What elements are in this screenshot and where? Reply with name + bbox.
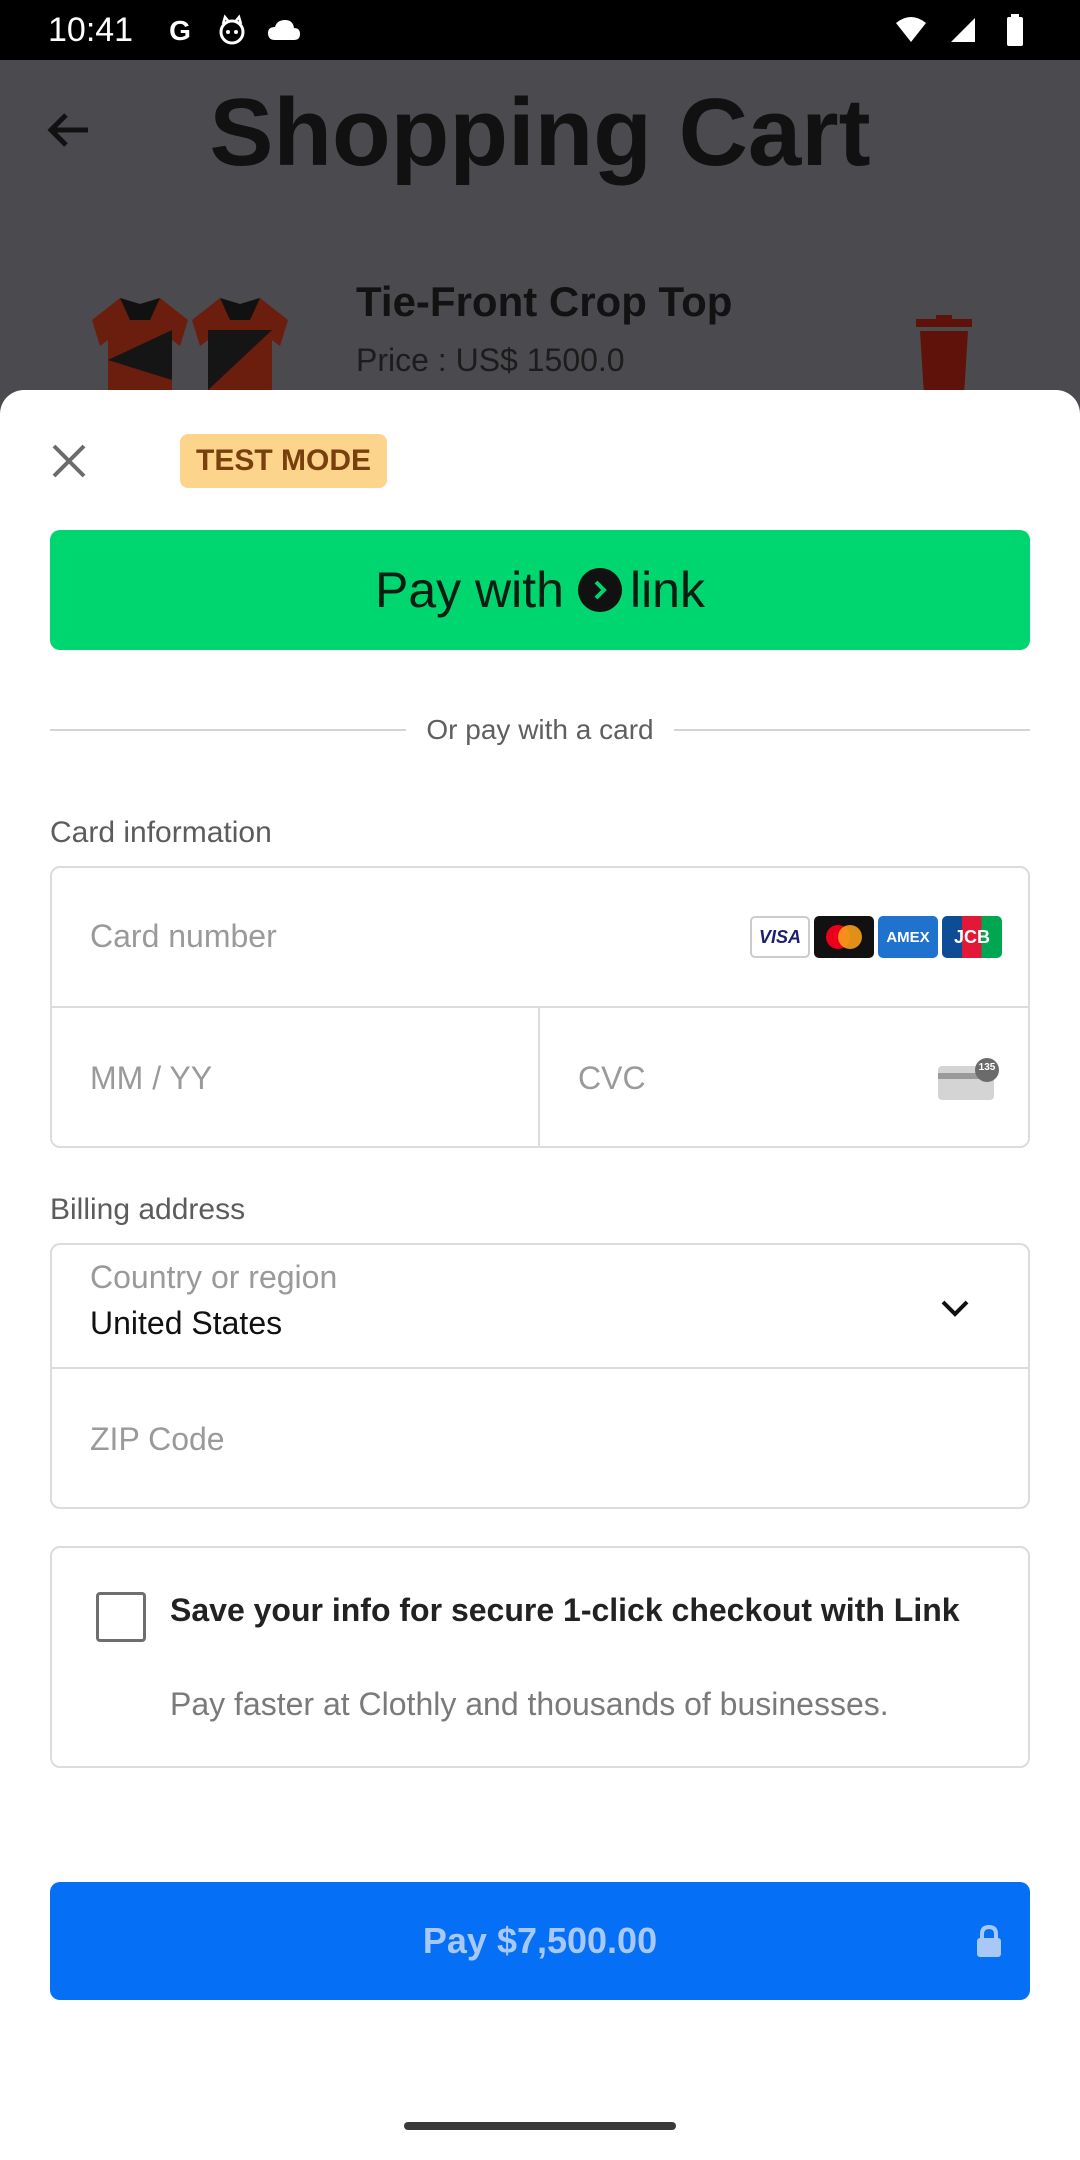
page-title: Shopping Cart xyxy=(209,79,871,186)
zip-code-field[interactable]: ZIP Code xyxy=(52,1369,1028,1509)
jcb-icon: JCB xyxy=(942,916,1002,958)
save-info-checkbox[interactable] xyxy=(96,1592,146,1642)
close-icon[interactable] xyxy=(48,440,90,482)
signal-icon xyxy=(946,13,980,47)
pay-button-label: Pay $7,500.00 xyxy=(422,1920,658,1961)
visa-icon: VISA xyxy=(750,916,810,958)
country-label: Country or region xyxy=(90,1259,338,1295)
cat-icon xyxy=(215,13,249,47)
divider-text: Or pay with a card xyxy=(426,714,654,745)
link-brand-text: link xyxy=(629,562,705,618)
country-select[interactable]: Country or region United States xyxy=(52,1245,1028,1369)
expiry-field[interactable]: MM / YY xyxy=(52,1008,540,1146)
cvc-placeholder: CVC xyxy=(578,1060,646,1096)
pay-with-link-button[interactable]: Pay with link xyxy=(50,530,1030,650)
link-logo-icon xyxy=(577,568,622,612)
home-indicator[interactable] xyxy=(404,2122,676,2130)
lock-icon xyxy=(974,1924,1004,1958)
card-form: Card number VISA AMEX JCB MM / YY CVC 13… xyxy=(50,866,1030,1148)
google-icon: G xyxy=(163,13,197,47)
card-number-placeholder: Card number xyxy=(90,918,277,954)
save-info-subtitle: Pay faster at Clothly and thousands of b… xyxy=(170,1686,889,1722)
or-divider: Or pay with a card xyxy=(50,710,1031,750)
card-brand-logos: VISA AMEX JCB xyxy=(750,916,1002,958)
save-info-title: Save your info for secure 1-click checko… xyxy=(170,1592,960,1628)
wifi-icon xyxy=(894,13,928,47)
battery-icon xyxy=(998,13,1032,47)
link-button-prefix: Pay with xyxy=(375,562,564,618)
billing-form: Country or region United States ZIP Code xyxy=(50,1243,1030,1509)
trash-icon[interactable] xyxy=(912,315,976,395)
status-right-icons xyxy=(894,13,1032,47)
status-time: 10:41 xyxy=(48,10,134,49)
pay-button[interactable]: Pay $7,500.00 xyxy=(50,1882,1030,2000)
test-mode-badge: TEST MODE xyxy=(180,434,388,488)
payment-sheet: TEST MODE Pay with link Or pay with a ca… xyxy=(0,390,1080,2160)
divider-line-left xyxy=(50,729,407,731)
amex-icon: AMEX xyxy=(878,916,938,958)
country-value: United States xyxy=(90,1305,283,1341)
card-number-field[interactable]: Card number VISA AMEX JCB xyxy=(52,868,1028,1008)
svg-text:G: G xyxy=(169,15,191,45)
shopping-cart-screen: Shopping Cart Tie-Front Crop Top Price :… xyxy=(0,60,1080,450)
save-info-box: Save your info for secure 1-click checko… xyxy=(50,1546,1030,1768)
chevron-down-icon xyxy=(938,1291,972,1325)
expiry-placeholder: MM / YY xyxy=(90,1060,213,1096)
billing-address-label: Billing address xyxy=(50,1193,246,1226)
card-information-label: Card information xyxy=(50,816,272,849)
status-bar: 10:41 G xyxy=(0,0,1080,60)
mastercard-icon xyxy=(814,916,874,958)
product-name: Tie-Front Crop Top xyxy=(356,278,733,325)
cvc-field[interactable]: CVC 135 xyxy=(540,1008,1028,1146)
zip-placeholder: ZIP Code xyxy=(90,1421,225,1457)
cvc-badge: 135 xyxy=(978,1062,996,1073)
status-left-icons: G xyxy=(163,13,301,47)
cvc-card-icon: 135 xyxy=(936,1058,1002,1102)
divider-line-right xyxy=(673,729,1031,731)
card-expiry-cvc-row: MM / YY CVC 135 xyxy=(52,1008,1028,1146)
cloud-icon xyxy=(267,13,301,47)
product-price: Price : US$ 1500.0 xyxy=(356,342,625,378)
